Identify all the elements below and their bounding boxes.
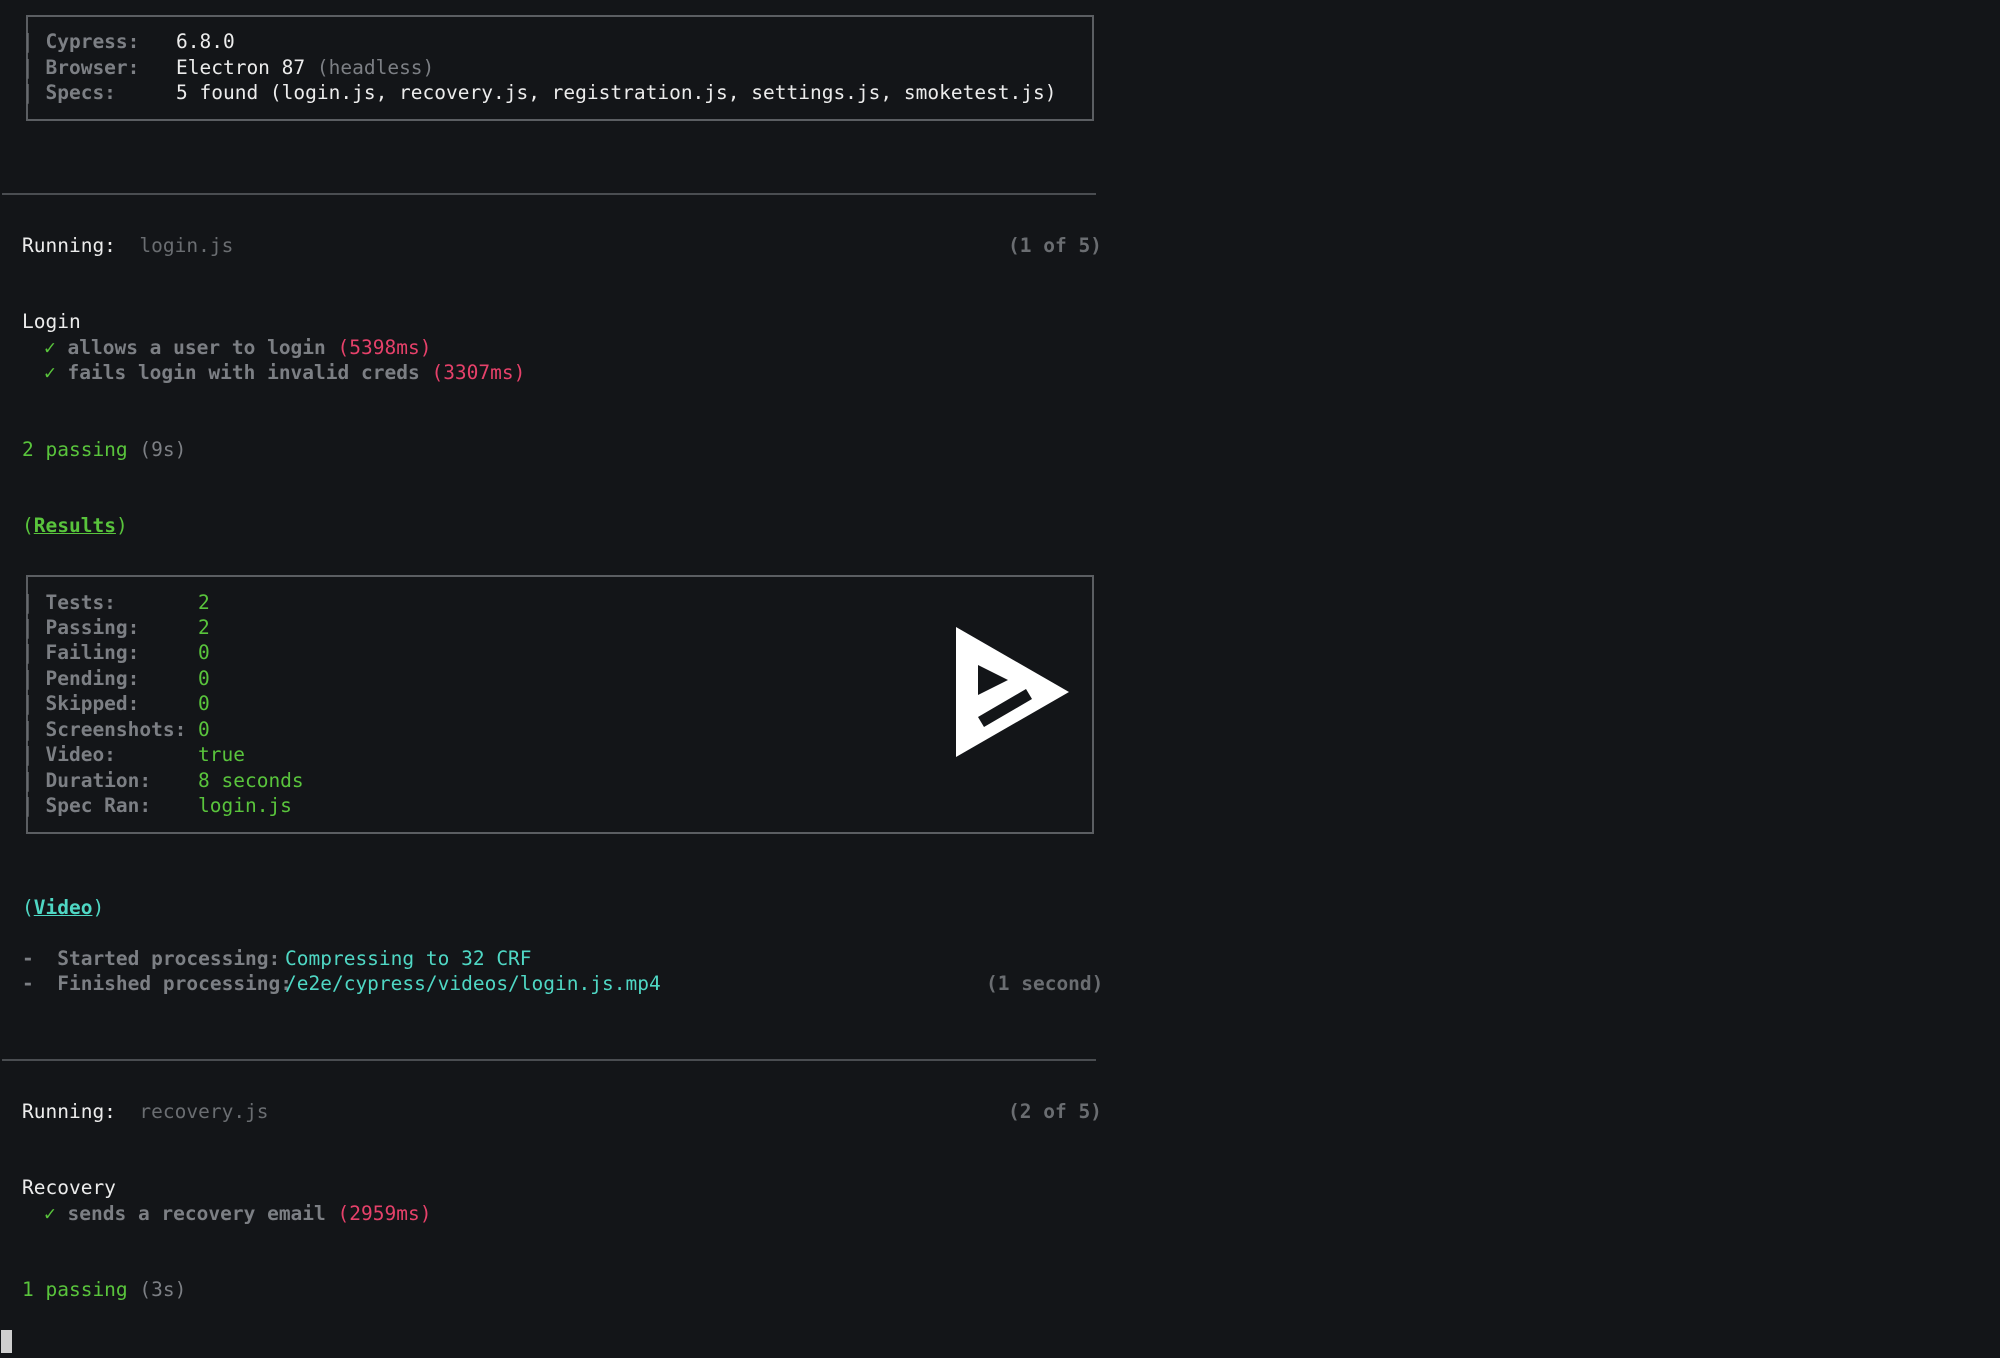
test-row: ✓ allows a user to login (5398ms)	[44, 336, 432, 359]
passing-summary-1: 2 passing (9s)	[22, 438, 187, 461]
results-row: | Screenshots:	[22, 718, 187, 741]
separator-line	[2, 1059, 1096, 1061]
header-row-specs: | Specs:	[22, 81, 116, 104]
box-edge: |	[1087, 667, 1099, 690]
box-edge: |	[1087, 30, 1099, 53]
results-value: 8 seconds	[198, 769, 304, 792]
terminal-output: | Cypress: 6.8.0 | Browser: Electron 87 …	[0, 0, 1104, 1358]
results-value: login.js	[198, 794, 292, 817]
video-started-label: - Started processing:	[22, 947, 281, 970]
results-row: | Duration:	[22, 769, 152, 792]
video-finished-path: /e2e/cypress/videos/login.js.mp4	[285, 972, 661, 995]
header-row-cypress: | Cypress:	[22, 30, 140, 53]
results-box	[26, 575, 1094, 834]
running-line-2: Running: recovery.js	[22, 1100, 269, 1123]
box-edge: |	[1087, 769, 1099, 792]
results-value: 2	[198, 591, 210, 614]
asciinema-play-logo-icon[interactable]	[950, 625, 1075, 760]
suite-title-login: Login	[22, 310, 81, 333]
run-counter-1: (1 of 5)	[1008, 234, 1102, 257]
box-edge: |	[1087, 81, 1099, 104]
video-finished-time: (1 second)	[986, 972, 1104, 995]
header-row-browser: | Browser:	[22, 56, 140, 79]
box-edge: |	[1087, 692, 1099, 715]
box-edge: |	[1087, 591, 1099, 614]
running-line-1: Running: login.js	[22, 234, 234, 257]
box-edge: |	[1087, 794, 1099, 817]
results-value: 2	[198, 616, 210, 639]
results-row: | Skipped:	[22, 692, 140, 715]
video-finished-label: - Finished processing:	[22, 972, 293, 995]
results-row: | Video:	[22, 743, 116, 766]
terminal-cursor	[1, 1330, 12, 1353]
results-value: 0	[198, 667, 210, 690]
test-row: ✓ sends a recovery email (2959ms)	[44, 1202, 432, 1225]
results-row: | Pending:	[22, 667, 140, 690]
box-edge: |	[1087, 641, 1099, 664]
video-heading: (Video)	[22, 896, 105, 919]
box-edge: |	[1087, 56, 1099, 79]
header-value-cypress: 6.8.0	[176, 30, 235, 53]
results-value: 0	[198, 641, 210, 664]
suite-title-recovery: Recovery	[22, 1176, 116, 1199]
results-value: 0	[198, 718, 210, 741]
results-row: | Failing:	[22, 641, 140, 664]
results-row: | Passing:	[22, 616, 140, 639]
box-edge: |	[1087, 616, 1099, 639]
box-edge: |	[1087, 743, 1099, 766]
video-started-value: Compressing to 32 CRF	[285, 947, 532, 970]
separator-line	[2, 193, 1096, 195]
run-counter-2: (2 of 5)	[1008, 1100, 1102, 1123]
results-row: | Tests:	[22, 591, 116, 614]
results-value: true	[198, 743, 245, 766]
header-value-browser: Electron 87 (headless)	[176, 56, 435, 79]
results-value: 0	[198, 692, 210, 715]
header-value-specs: 5 found (login.js, recovery.js, registra…	[176, 81, 1057, 104]
passing-summary-2: 1 passing (3s)	[22, 1278, 187, 1301]
test-row: ✓ fails login with invalid creds (3307ms…	[44, 361, 526, 384]
results-heading: (Results)	[22, 514, 128, 537]
box-edge: |	[1087, 718, 1099, 741]
results-row: | Spec Ran:	[22, 794, 152, 817]
